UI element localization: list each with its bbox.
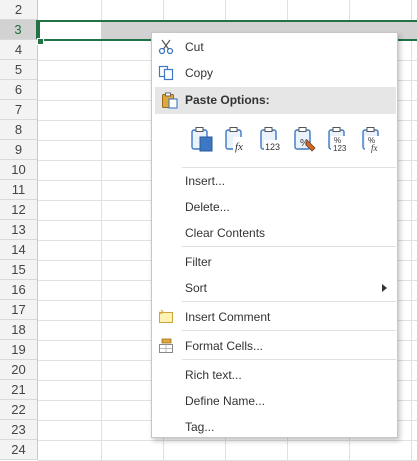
row-header[interactable]: 14 bbox=[0, 240, 38, 260]
copy-icon bbox=[158, 65, 174, 81]
row-header[interactable]: 7 bbox=[0, 100, 38, 120]
row-header[interactable]: 24 bbox=[0, 440, 38, 460]
menu-item-define-name[interactable]: Define Name... bbox=[152, 389, 397, 413]
comment-icon bbox=[158, 309, 173, 323]
row-header[interactable]: 9 bbox=[0, 140, 38, 160]
paste-values-icon[interactable]: 123 bbox=[259, 126, 285, 154]
menu-label-clear-contents: Clear Contents bbox=[185, 226, 266, 240]
menu-item-copy[interactable]: Copy bbox=[152, 61, 397, 85]
menu-item-filter[interactable]: Filter bbox=[152, 250, 397, 274]
menu-label-format-cells: Format Cells... bbox=[185, 339, 264, 353]
row-header[interactable]: 19 bbox=[0, 340, 38, 360]
paste-values-glyph: 123 bbox=[265, 142, 280, 152]
paste-options-label: Paste Options: bbox=[185, 93, 270, 107]
menu-item-insert[interactable]: Insert... bbox=[152, 169, 397, 193]
paste-formulas-number-fx: fx bbox=[371, 143, 378, 153]
row-header[interactable]: 3 bbox=[0, 20, 38, 40]
row-header[interactable]: 11 bbox=[0, 180, 38, 200]
menu-separator bbox=[182, 301, 396, 302]
menu-label-insert: Insert... bbox=[185, 174, 226, 188]
row-header[interactable]: 23 bbox=[0, 420, 38, 440]
paste-values-number-digits: 123 bbox=[333, 144, 347, 153]
row-header[interactable]: 17 bbox=[0, 300, 38, 320]
paste-icon[interactable] bbox=[190, 126, 216, 154]
paste-options-header: Paste Options: bbox=[155, 87, 396, 114]
menu-item-sort[interactable]: Sort bbox=[152, 276, 397, 300]
row-header[interactable]: 20 bbox=[0, 360, 38, 380]
row-header[interactable]: 18 bbox=[0, 320, 38, 340]
paste-clipboard-icon bbox=[162, 92, 178, 109]
menu-item-cut[interactable]: Cut bbox=[152, 35, 397, 59]
menu-item-insert-comment[interactable]: Insert Comment bbox=[152, 305, 397, 329]
menu-label-filter: Filter bbox=[185, 255, 212, 269]
row-header[interactable]: 2 bbox=[0, 0, 38, 20]
row-header[interactable]: 8 bbox=[0, 120, 38, 140]
row-header[interactable]: 5 bbox=[0, 60, 38, 80]
row-header[interactable]: 10 bbox=[0, 160, 38, 180]
menu-label-rich-text: Rich text... bbox=[185, 368, 242, 382]
row-divider bbox=[38, 440, 417, 441]
paste-values-number-format-icon[interactable]: % 123 bbox=[327, 126, 353, 154]
fill-handle[interactable] bbox=[37, 38, 44, 45]
menu-label-cut: Cut bbox=[185, 40, 204, 54]
paste-formulas-icon[interactable]: fx bbox=[224, 126, 250, 154]
paste-formatting-icon[interactable]: % bbox=[293, 126, 319, 154]
menu-label-sort: Sort bbox=[185, 281, 208, 295]
paste-formulas-number-format-icon[interactable]: % fx bbox=[361, 126, 387, 154]
column-divider bbox=[411, 0, 412, 460]
menu-label-insert-comment: Insert Comment bbox=[185, 310, 271, 324]
row-header[interactable]: 4 bbox=[0, 40, 38, 60]
format-cells-icon bbox=[159, 338, 173, 353]
menu-label-delete: Delete... bbox=[185, 200, 230, 214]
scissors-icon bbox=[158, 39, 174, 55]
menu-label-define-name: Define Name... bbox=[185, 394, 266, 408]
menu-item-clear-contents[interactable]: Clear Contents bbox=[152, 221, 397, 245]
submenu-arrow-icon bbox=[382, 284, 387, 292]
row-header[interactable]: 15 bbox=[0, 260, 38, 280]
menu-separator bbox=[182, 359, 396, 360]
row-header[interactable]: 22 bbox=[0, 400, 38, 420]
menu-item-delete[interactable]: Delete... bbox=[152, 195, 397, 219]
row-header[interactable]: 6 bbox=[0, 80, 38, 100]
column-divider bbox=[101, 0, 102, 460]
row-header[interactable]: 13 bbox=[0, 220, 38, 240]
menu-separator bbox=[182, 246, 396, 247]
menu-label-copy: Copy bbox=[185, 66, 214, 80]
menu-separator bbox=[182, 167, 396, 168]
menu-item-rich-text[interactable]: Rich text... bbox=[152, 363, 397, 387]
row-header[interactable]: 16 bbox=[0, 280, 38, 300]
row-header[interactable]: 21 bbox=[0, 380, 38, 400]
context-menu: Cut Copy Paste Options: fx 123 % % 123 %… bbox=[151, 32, 398, 438]
menu-item-format-cells[interactable]: Format Cells... bbox=[152, 334, 397, 358]
row-header[interactable]: 12 bbox=[0, 200, 38, 220]
menu-separator bbox=[182, 330, 396, 331]
menu-item-tag[interactable]: Tag... bbox=[152, 415, 397, 439]
menu-label-tag: Tag... bbox=[185, 420, 215, 434]
paste-formulas-glyph: fx bbox=[235, 141, 243, 153]
